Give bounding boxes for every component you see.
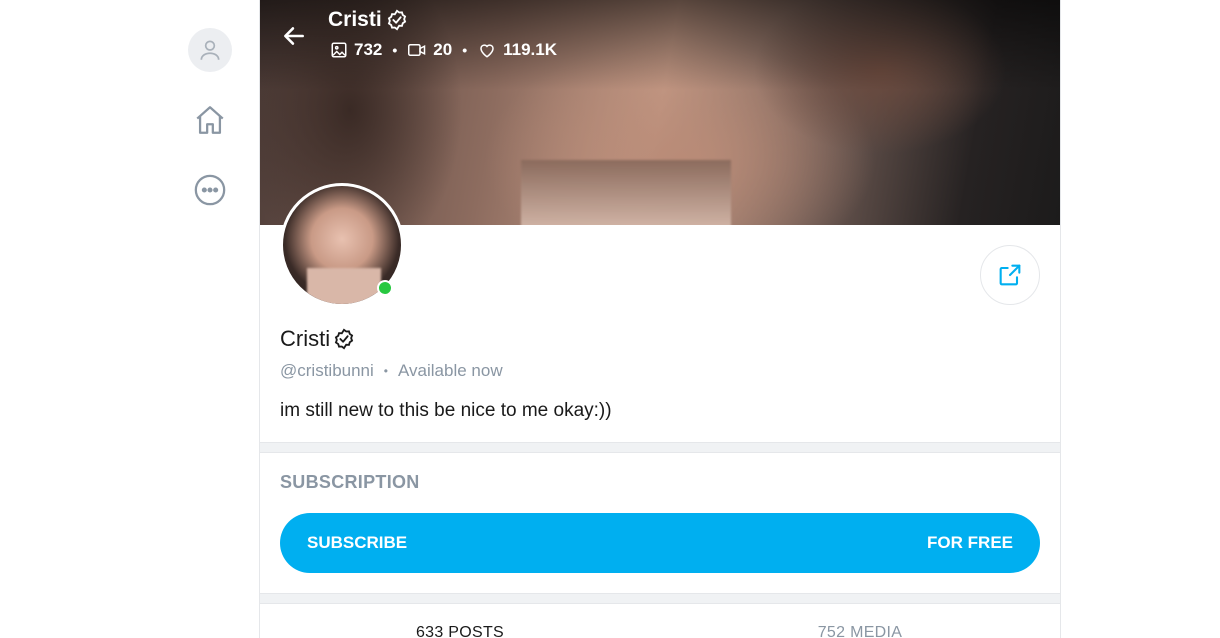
- likes-stat: 119.1K: [477, 40, 557, 60]
- verified-badge-icon: [334, 328, 354, 350]
- profile-name: Cristi: [280, 326, 331, 351]
- header-name: Cristi: [328, 8, 382, 31]
- profile-handle[interactable]: @cristibunni: [280, 361, 374, 381]
- likes-count: 119.1K: [503, 40, 557, 59]
- user-icon: [200, 40, 220, 60]
- subscribe-price: FOR FREE: [927, 533, 1013, 552]
- photos-count: 732: [354, 40, 383, 59]
- online-status-dot: [377, 280, 393, 296]
- tab-posts[interactable]: 633 POSTS: [260, 604, 660, 638]
- section-divider: [260, 593, 1060, 604]
- tab-media[interactable]: 752 MEDIA: [660, 604, 1060, 638]
- sidebar-profile-button[interactable]: [188, 28, 232, 72]
- header-stats: 732 • 20 • 119.1K: [330, 40, 557, 60]
- photos-stat: 732: [330, 40, 382, 60]
- content-tabs: 633 POSTS 752 MEDIA: [260, 604, 1060, 638]
- section-divider: [260, 442, 1060, 453]
- more-horizontal-icon: [194, 174, 226, 206]
- subscribe-label: SUBSCRIBE: [307, 533, 408, 552]
- share-icon: [999, 264, 1021, 286]
- availability-status: Available now: [398, 361, 503, 380]
- sidebar-home-button[interactable]: [188, 98, 232, 142]
- subscription-title: SUBSCRIPTION: [280, 472, 420, 492]
- share-button[interactable]: [980, 245, 1040, 305]
- video-icon: [408, 44, 426, 56]
- sidebar-more-button[interactable]: [188, 168, 232, 212]
- cover-blur-region: [521, 160, 731, 225]
- profile-subline: @cristibunni • Available now: [280, 361, 503, 381]
- image-icon: [331, 42, 347, 58]
- videos-count: 20: [433, 40, 453, 59]
- arrow-left-icon: [284, 27, 304, 45]
- sidebar: [170, 0, 250, 638]
- cover-image: Cristi 732 • 20 • 119.1K: [260, 0, 1060, 225]
- videos-stat: 20: [407, 40, 452, 60]
- avatar-blur-region: [307, 268, 381, 304]
- profile-bio: im still new to this be nice to me okay:…: [280, 400, 612, 421]
- home-icon: [196, 106, 224, 134]
- verified-badge-icon: [387, 9, 406, 31]
- subscribe-button[interactable]: SUBSCRIBE FOR FREE: [280, 513, 1040, 573]
- profile-name-row: Cristi: [280, 326, 355, 352]
- heart-icon: [480, 44, 494, 58]
- header-title: Cristi: [328, 8, 408, 32]
- profile-page: Cristi 732 • 20 • 119.1K Cristi @cristib…: [259, 0, 1061, 638]
- back-button[interactable]: [278, 20, 310, 52]
